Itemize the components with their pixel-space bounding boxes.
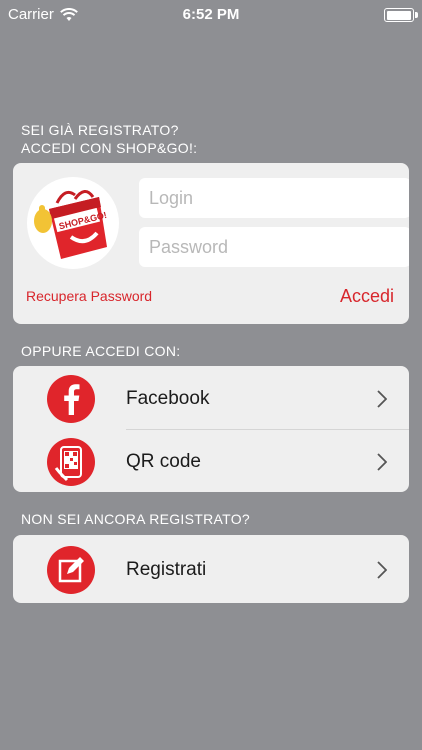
password-input[interactable] (139, 227, 409, 267)
chevron-right-icon (377, 561, 387, 579)
clock: 6:52 PM (182, 6, 240, 23)
login-input[interactable] (139, 178, 409, 218)
battery-icon (384, 8, 418, 22)
alt-login-section-label: OPPURE ACCEDI CON: (21, 343, 181, 359)
chevron-right-icon (377, 453, 387, 471)
chevron-right-icon (377, 390, 387, 408)
login-card: SHOP&GO! Recupera Password Accedi (13, 163, 409, 324)
status-bar: Carrier 6:52 PM (0, 0, 422, 30)
login-label-line1: SEI GIÀ REGISTRATO? (21, 122, 179, 138)
facebook-login-row[interactable]: Facebook (13, 366, 409, 429)
recover-password-link[interactable]: Recupera Password (26, 288, 152, 304)
register-card: Registrati (13, 535, 409, 603)
login-button[interactable]: Accedi (340, 286, 394, 307)
qr-code-login-row[interactable]: QR code (13, 429, 409, 492)
qr-code-label: QR code (126, 451, 201, 472)
register-section-label: NON SEI ANCORA REGISTRATO? (21, 511, 250, 527)
alt-login-card: Facebook QR code (13, 366, 409, 492)
login-section-label: SEI GIÀ REGISTRATO? ACCEDI CON SHOP&GO!: (21, 121, 197, 157)
register-row[interactable]: Registrati (13, 537, 409, 600)
qr-code-icon (47, 438, 95, 486)
facebook-icon (47, 375, 95, 423)
login-label-line2: ACCEDI CON SHOP&GO!: (21, 140, 198, 156)
shop-and-go-logo: SHOP&GO! (27, 177, 119, 269)
facebook-label: Facebook (126, 388, 210, 409)
register-label: Registrati (126, 559, 207, 580)
edit-icon (47, 546, 95, 594)
